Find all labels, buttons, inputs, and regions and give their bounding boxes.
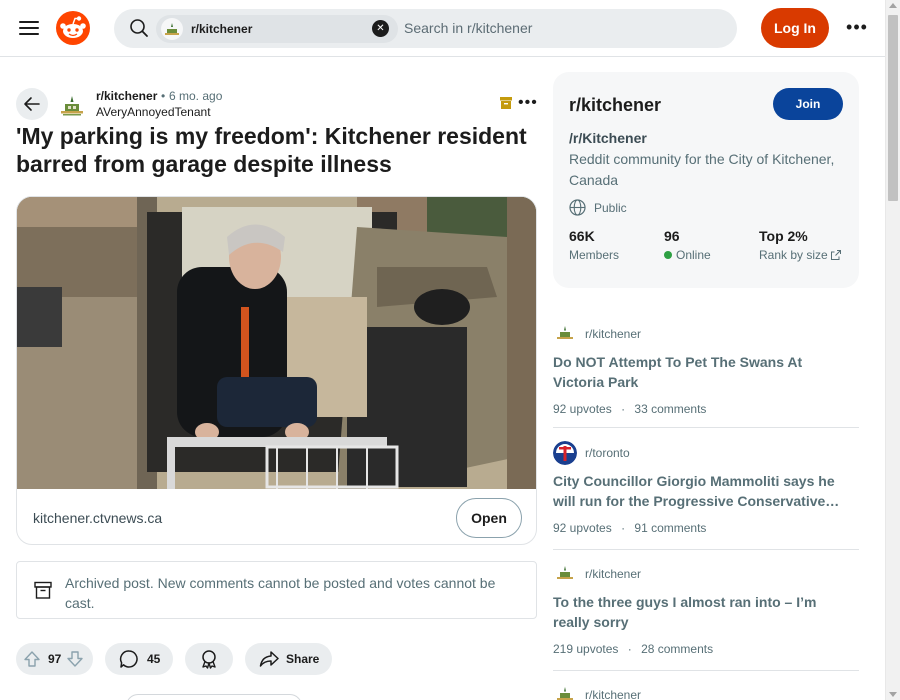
upvote-icon[interactable] [23, 650, 41, 668]
menu-icon[interactable] [17, 17, 41, 39]
search-scope-label: r/kitchener [191, 22, 253, 36]
related-comments: 28 comments [641, 642, 714, 656]
external-link-icon [830, 250, 841, 260]
more-options-icon[interactable]: ••• [843, 17, 871, 39]
divider [553, 670, 859, 671]
share-button[interactable]: Share [245, 643, 332, 675]
subreddit-avatar [161, 18, 183, 40]
related-post-stats: 92 upvotes · 91 comments [553, 521, 706, 535]
search-bar[interactable]: r/kitchener ✕ [114, 9, 737, 48]
scroll-up-arrow-icon[interactable] [889, 3, 897, 8]
page: r/kitchener ✕ Log In ••• r/kitchener • 6… [0, 0, 900, 700]
community-name[interactable]: r/kitchener [569, 95, 661, 116]
link-domain[interactable]: kitchener.ctvnews.ca [33, 510, 162, 526]
divider [553, 549, 859, 550]
related-post[interactable]: r/toronto City Councillor Giorgio Mammol… [553, 441, 859, 550]
community-description: Reddit community for the City of Kitchen… [569, 151, 835, 188]
related-upvotes: 92 upvotes [553, 402, 612, 416]
share-label: Share [286, 652, 320, 666]
comment-count: 45 [147, 652, 161, 666]
related-comments: 33 comments [634, 402, 707, 416]
link-thumbnail-image[interactable] [17, 197, 537, 489]
subreddit-avatar [553, 562, 577, 586]
reddit-logo[interactable] [56, 11, 90, 45]
post-subreddit-link[interactable]: r/kitchener [96, 89, 157, 103]
comment-icon [119, 650, 138, 668]
divider [553, 427, 859, 428]
scroll-down-arrow-icon[interactable] [889, 692, 897, 697]
stats-separator: · [627, 642, 632, 656]
archived-notice: Archived post. New comments cannot be po… [16, 561, 537, 619]
rank-link[interactable]: Rank by size [759, 248, 841, 262]
related-subreddit[interactable]: r/kitchener [585, 327, 641, 341]
related-post[interactable]: r/kitchener To the three guys I almost r… [553, 562, 859, 671]
top-bar: r/kitchener ✕ Log In ••• [0, 0, 885, 57]
rank-label: Rank by size [759, 248, 828, 262]
archived-notice-text: Archived post. New comments cannot be po… [65, 575, 496, 611]
rank-value: Top 2% [759, 228, 808, 244]
award-icon [202, 650, 216, 669]
scroll-thumb[interactable] [888, 15, 898, 201]
comments-button[interactable]: 45 [105, 643, 173, 675]
related-post[interactable]: r/kitchener [553, 683, 859, 700]
search-icon [130, 19, 148, 37]
search-input[interactable] [404, 18, 704, 38]
related-post-stats: 92 upvotes · 33 comments [553, 402, 706, 416]
community-info-card: r/kitchener Join /r/Kitchener Reddit com… [553, 72, 859, 288]
vote-control: 97 [16, 643, 93, 675]
award-button[interactable] [185, 643, 233, 675]
scrollbar[interactable] [885, 0, 900, 700]
link-preview-card[interactable]: kitchener.ctvnews.ca Open [16, 196, 537, 545]
related-subreddit[interactable]: r/kitchener [585, 688, 641, 700]
search-scope-chip[interactable]: r/kitchener ✕ [156, 15, 398, 43]
post-author-link[interactable]: AVeryAnnoyedTenant [96, 105, 211, 119]
related-post-title[interactable]: To the three guys I almost ran into – I’… [553, 592, 853, 632]
post-time: 6 mo. ago [169, 89, 223, 103]
related-post-title[interactable]: City Councillor Giorgio Mammoliti says h… [553, 471, 853, 511]
online-indicator-icon [664, 251, 672, 259]
members-count: 66K [569, 228, 595, 244]
related-post[interactable]: r/kitchener Do NOT Attempt To Pet The Sw… [553, 322, 859, 428]
online-stat: Online [664, 248, 711, 262]
related-subreddit[interactable]: r/kitchener [585, 567, 641, 581]
community-title: /r/Kitchener [569, 130, 647, 146]
archive-icon [34, 581, 52, 599]
online-count: 96 [664, 228, 680, 244]
open-link-button[interactable]: Open [456, 498, 522, 538]
close-icon[interactable]: ✕ [372, 20, 389, 37]
post-title: 'My parking is my freedom': Kitchener re… [16, 123, 527, 177]
vote-count: 97 [48, 652, 62, 666]
online-label: Online [676, 248, 711, 262]
globe-icon [569, 199, 586, 216]
related-upvotes: 92 upvotes [553, 521, 612, 535]
share-icon [259, 651, 279, 667]
subreddit-avatar [553, 322, 577, 346]
related-post-stats: 219 upvotes · 28 comments [553, 642, 713, 656]
login-button[interactable]: Log In [761, 8, 829, 48]
subreddit-avatar[interactable] [56, 90, 88, 122]
community-visibility: Public [594, 201, 627, 215]
back-arrow-icon [24, 97, 40, 111]
members-label: Members [569, 248, 620, 262]
related-post-title[interactable]: Do NOT Attempt To Pet The Swans At Victo… [553, 352, 853, 392]
subreddit-avatar [553, 441, 577, 465]
stats-separator: · [621, 402, 626, 416]
post-more-options-icon[interactable]: ••• [518, 94, 538, 112]
subreddit-avatar [553, 683, 577, 700]
archive-icon [500, 97, 512, 109]
related-upvotes: 219 upvotes [553, 642, 619, 656]
join-button[interactable]: Join [773, 88, 843, 120]
meta-separator: • [161, 89, 166, 103]
comment-box-edge [126, 694, 302, 700]
stats-separator: · [621, 521, 626, 535]
back-button[interactable] [16, 88, 48, 120]
related-comments: 91 comments [634, 521, 707, 535]
downvote-icon[interactable] [66, 650, 84, 668]
related-subreddit[interactable]: r/toronto [585, 446, 630, 460]
